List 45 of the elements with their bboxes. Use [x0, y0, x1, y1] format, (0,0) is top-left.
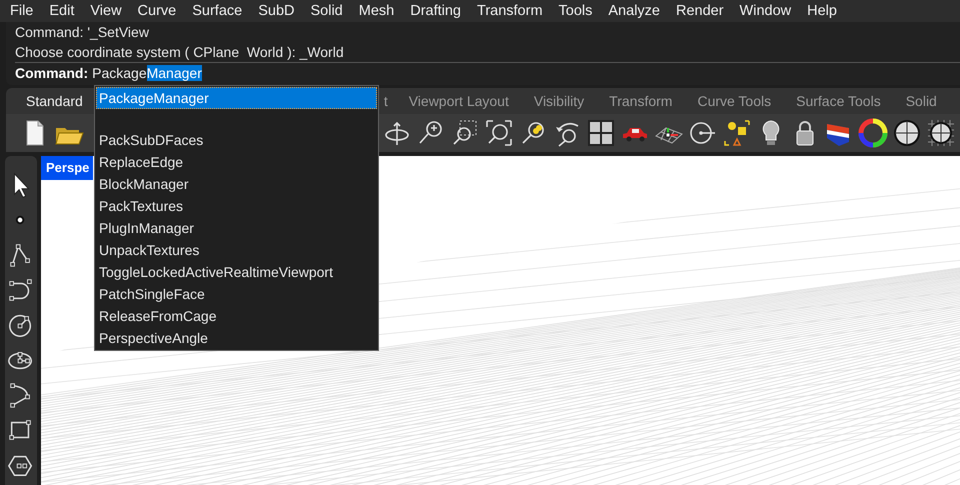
menu-item[interactable]: Tools [550, 0, 600, 22]
autocomplete-item[interactable]: ToggleLockedActiveRealtimeViewport [96, 261, 377, 283]
menu-item[interactable]: Solid [302, 0, 351, 22]
zoom-extents-icon[interactable] [484, 118, 514, 148]
toolbar-tab[interactable]: t [384, 88, 388, 114]
menu-item[interactable]: Surface [184, 0, 250, 22]
command-history-line: Command: '_SetView [15, 23, 150, 42]
autocomplete-item[interactable]: PlugInManager [96, 217, 377, 239]
menu-item[interactable]: Drafting [402, 0, 469, 22]
menu-item[interactable]: Window [732, 0, 800, 22]
four-viewports-icon[interactable] [586, 118, 616, 148]
toolbar-tab[interactable]: Viewport Layout [408, 88, 509, 114]
autocomplete-item[interactable]: PatchSingleFace [96, 283, 377, 305]
menu-item[interactable]: Transform [469, 0, 551, 22]
autocomplete-item[interactable]: ReplaceEdge [96, 151, 377, 173]
menu-item[interactable]: Help [799, 0, 845, 22]
menu-item[interactable]: View [82, 0, 130, 22]
autocomplete-item[interactable]: UnpackTextures [96, 239, 377, 261]
menu-item[interactable]: SubD [250, 0, 302, 22]
autocomplete-item[interactable]: PackageManager [96, 87, 377, 109]
command-label: Command: [15, 64, 88, 83]
menu-item[interactable]: File [2, 0, 42, 22]
menu-item[interactable]: Analyze [600, 0, 668, 22]
viewport-title[interactable]: Perspe [41, 156, 94, 180]
menu-item[interactable]: Render [668, 0, 732, 22]
menu-item[interactable]: Curve [130, 0, 184, 22]
sphere-grid-icon[interactable] [926, 118, 956, 148]
toolbar-tab[interactable]: Standard [26, 88, 83, 114]
autocomplete-item[interactable]: PerspectiveAngle [96, 327, 377, 349]
toolbar-tab[interactable]: Surface Tools [796, 88, 881, 114]
toolbar-tab[interactable]: Curve Tools [697, 88, 772, 114]
menu-item[interactable]: Edit [41, 0, 82, 22]
sphere-icon[interactable] [892, 118, 922, 148]
autocomplete-item[interactable]: ReleaseFromCage [96, 305, 377, 327]
command-input[interactable]: PackageManager [92, 63, 202, 84]
toolbar-tab[interactable]: Transform [609, 88, 672, 114]
autocomplete-item[interactable]: BlockManager [96, 173, 377, 195]
menu-item[interactable]: Mesh [350, 0, 402, 22]
autocomplete-item[interactable]: PackTextures [96, 195, 377, 217]
autocomplete-item[interactable]: PackSubDFaces [96, 129, 377, 151]
object-snap-icon[interactable] [722, 118, 752, 148]
command-history-line: Choose coordinate system ( CPlane World ): _World [15, 43, 345, 62]
color-wheel-icon[interactable] [858, 118, 888, 148]
toolbar-tab[interactable]: Solid [906, 88, 937, 114]
toolbar-tab[interactable]: Visibility [534, 88, 584, 114]
